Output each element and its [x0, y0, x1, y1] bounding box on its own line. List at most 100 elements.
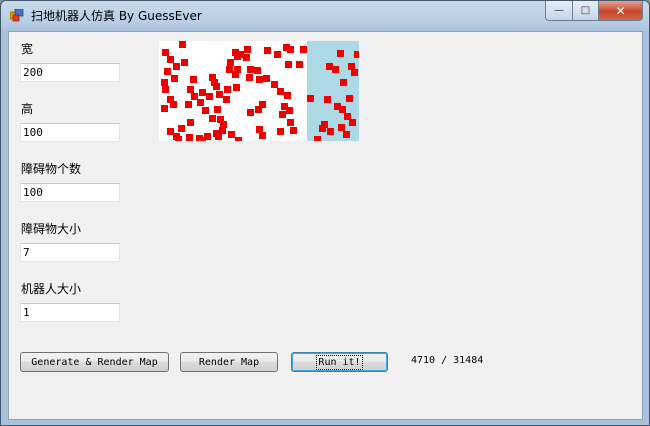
- obstacle: [271, 81, 278, 88]
- map-render: [159, 41, 359, 141]
- title-bar[interactable]: 扫地机器人仿真 By GuessEver — □ ✕: [1, 1, 649, 31]
- obstacle: [217, 116, 224, 123]
- obstacle: [296, 61, 303, 68]
- map-canvas: [159, 41, 359, 141]
- obstacle: [164, 68, 171, 75]
- obstacle: [219, 127, 226, 134]
- app-window: 扫地机器人仿真 By GuessEver — □ ✕ 宽 高 障碍物个数 障碍物…: [0, 0, 650, 426]
- obstacle: [277, 128, 284, 135]
- obstacle: [247, 109, 254, 116]
- obstacle: [167, 128, 174, 135]
- obstacle: [185, 101, 192, 108]
- obstacle: [274, 51, 281, 58]
- obstacle: [326, 63, 333, 70]
- obstacle: [307, 95, 314, 102]
- height-input[interactable]: [20, 123, 120, 142]
- run-label: Run it!: [316, 354, 363, 370]
- obstacle: [234, 66, 241, 73]
- obstacle: [343, 131, 350, 138]
- obstacle: [216, 91, 223, 98]
- obstacle: [256, 76, 263, 83]
- window-controls: — □ ✕: [545, 1, 643, 21]
- obstacle: [233, 84, 240, 91]
- obstacle: [171, 75, 178, 82]
- obstacle: [202, 107, 209, 114]
- obstacle: [284, 92, 291, 99]
- generate-render-map-label: Generate & Render Map: [31, 356, 158, 368]
- obstacle: [161, 105, 168, 112]
- obstacle: [199, 89, 206, 96]
- obstacle: [187, 119, 194, 126]
- obstacle: [224, 86, 231, 93]
- obstacle: [344, 113, 351, 120]
- obstacle: [178, 125, 185, 132]
- obstacle: [338, 124, 345, 131]
- obstacle-size-label: 障碍物大小: [21, 222, 82, 236]
- window-title: 扫地机器人仿真 By GuessEver: [31, 9, 202, 23]
- obstacle: [228, 131, 235, 138]
- obstacle: [327, 128, 334, 135]
- obstacle: [287, 46, 294, 53]
- render-map-button[interactable]: Render Map: [180, 352, 278, 372]
- obstacle: [186, 134, 193, 141]
- obstacle: [277, 88, 284, 95]
- generate-render-map-button[interactable]: Generate & Render Map: [20, 352, 169, 372]
- maximize-button[interactable]: □: [573, 1, 599, 21]
- obstacle: [332, 66, 339, 73]
- height-label: 高: [21, 102, 34, 116]
- obstacle: [191, 93, 198, 100]
- obstacle: [223, 96, 230, 103]
- robot-size-input[interactable]: [20, 303, 120, 322]
- obstacle: [246, 74, 253, 81]
- obstacle-count-label: 障碍物个数: [21, 162, 82, 176]
- obstacle: [235, 137, 242, 141]
- obstacle: [179, 41, 186, 48]
- width-label: 宽: [21, 42, 34, 56]
- obstacle: [197, 99, 204, 106]
- obstacle-size-input[interactable]: [20, 243, 120, 262]
- obstacle: [337, 50, 344, 57]
- obstacle: [211, 79, 218, 86]
- obstacle: [319, 125, 326, 132]
- obstacle: [170, 101, 177, 108]
- obstacle: [354, 51, 359, 58]
- obstacle: [206, 93, 213, 100]
- obstacle: [244, 46, 251, 53]
- obstacle: [213, 130, 220, 137]
- robot-size-label: 机器人大小: [21, 282, 82, 296]
- minimize-button[interactable]: —: [545, 1, 573, 21]
- obstacle: [263, 75, 270, 82]
- obstacle: [324, 96, 331, 103]
- obstacle: [287, 119, 294, 126]
- obstacle: [173, 63, 180, 70]
- obstacle: [161, 79, 168, 86]
- obstacle: [214, 106, 221, 113]
- obstacle: [314, 136, 321, 141]
- obstacle: [346, 95, 353, 102]
- obstacle: [175, 136, 182, 141]
- obstacle: [259, 132, 266, 139]
- obstacle: [162, 86, 169, 93]
- obstacle: [255, 106, 262, 113]
- obstacle: [162, 49, 169, 56]
- obstacle: [286, 107, 293, 114]
- obstacle: [243, 54, 250, 61]
- width-input[interactable]: [20, 63, 120, 82]
- obstacle: [226, 66, 233, 73]
- obstacle: [234, 53, 241, 60]
- progress-counter: 4710 / 31484: [411, 355, 484, 366]
- obstacle: [199, 137, 206, 141]
- obstacle: [290, 127, 297, 134]
- obstacle: [254, 67, 261, 74]
- close-button[interactable]: ✕: [599, 1, 643, 21]
- obstacle: [300, 46, 307, 53]
- form-client-area: 宽 高 障碍物个数 障碍物大小 机器人大小 Generate & Render …: [8, 31, 643, 420]
- run-button[interactable]: Run it!: [291, 352, 388, 372]
- obstacle-count-input[interactable]: [20, 183, 120, 202]
- obstacle: [256, 126, 263, 133]
- obstacle: [167, 56, 174, 63]
- obstacle: [181, 59, 188, 66]
- obstacle: [285, 61, 292, 68]
- obstacle: [351, 69, 358, 76]
- obstacle: [279, 111, 286, 118]
